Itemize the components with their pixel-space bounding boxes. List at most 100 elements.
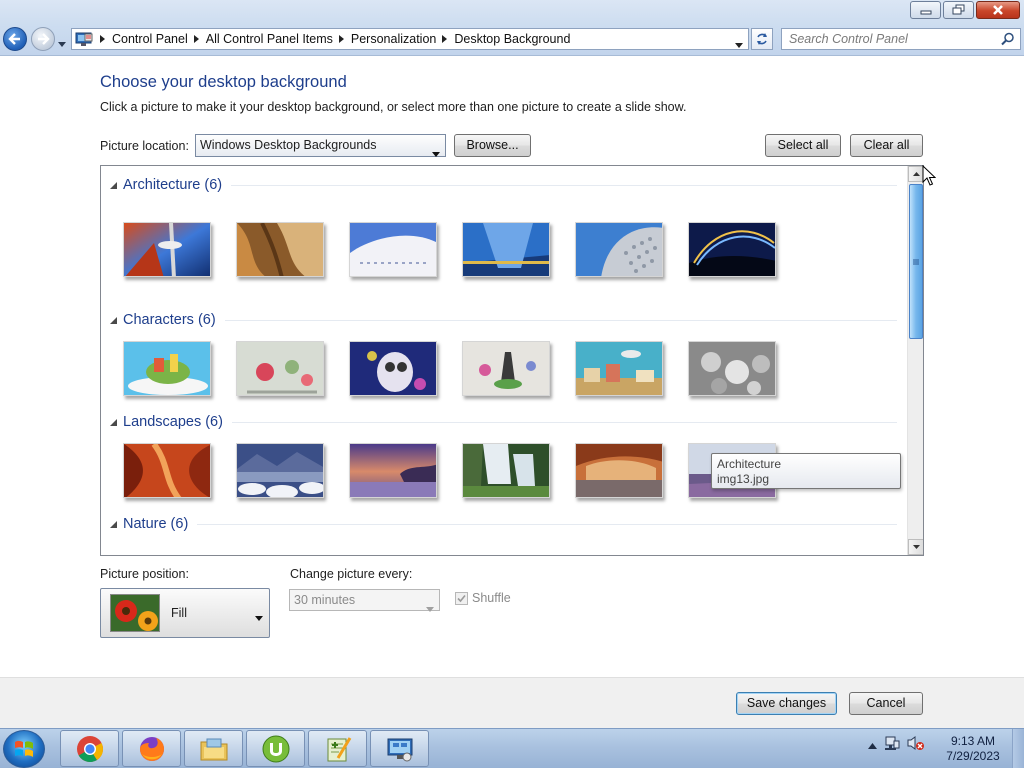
refresh-icon (757, 33, 767, 45)
mouse-cursor-icon (922, 164, 937, 189)
back-button[interactable] (3, 27, 27, 51)
forward-arrow-icon (38, 33, 50, 45)
tooltip-filename: img13.jpg (717, 472, 770, 486)
start-button[interactable] (3, 730, 45, 768)
breadcrumb-all-items[interactable]: All Control Panel Items (206, 32, 333, 46)
group-title: Nature (6) (123, 516, 189, 532)
taskbar-notepad-plus-plus[interactable] (308, 730, 367, 767)
address-history-dropdown[interactable] (735, 37, 743, 51)
refresh-button[interactable] (751, 28, 773, 50)
breadcrumb-separator-icon[interactable] (442, 35, 448, 43)
window-controls (910, 1, 1020, 19)
firefox-icon (139, 736, 164, 761)
forward-button[interactable] (31, 27, 55, 51)
close-button[interactable] (976, 1, 1020, 19)
group-header-nature[interactable]: Nature (6) (101, 514, 901, 534)
collapse-triangle-icon[interactable] (110, 181, 117, 189)
picture-position-select[interactable]: Fill (100, 588, 270, 638)
search-icon[interactable] (1001, 32, 1015, 49)
thumbnail-characters-2[interactable] (236, 341, 324, 396)
picture-location-label: Picture location: (100, 139, 189, 153)
breadcrumb-desktop-background[interactable]: Desktop Background (454, 32, 570, 46)
page-description: Click a picture to make it your desktop … (100, 100, 687, 114)
clear-all-button[interactable]: Clear all (850, 134, 923, 157)
group-header-landscapes[interactable]: Landscapes (6) (101, 412, 901, 432)
position-preview-image (110, 594, 160, 632)
browse-button[interactable]: Browse... (454, 134, 531, 157)
minimize-button[interactable] (910, 1, 941, 19)
change-interval-label: Change picture every: (290, 567, 413, 581)
shuffle-checkbox[interactable] (455, 591, 468, 605)
chevron-down-icon (912, 545, 920, 549)
dialog-footer: Save changes Cancel (0, 677, 1024, 728)
search-box[interactable] (781, 28, 1021, 50)
taskbar-utorrent[interactable] (246, 730, 305, 767)
breadcrumb-personalization[interactable]: Personalization (351, 32, 436, 46)
close-icon (993, 5, 1003, 15)
notepad-plus-plus-icon (327, 736, 351, 761)
thumbnail-characters-6[interactable] (688, 341, 776, 396)
breadcrumb-separator-icon[interactable] (193, 35, 199, 43)
thumbnail-landscapes-4[interactable] (462, 443, 550, 498)
search-input[interactable] (789, 30, 1003, 48)
thumbnail-landscapes-5[interactable] (575, 443, 663, 498)
group-divider (224, 319, 897, 321)
background-gallery[interactable]: Architecture (6) Characters (6) Landscap… (100, 165, 924, 556)
thumbnail-characters-1[interactable] (123, 341, 211, 396)
collapse-triangle-icon[interactable] (110, 520, 117, 528)
thumbnail-architecture-2[interactable] (236, 222, 324, 277)
thumbnail-landscapes-3[interactable] (349, 443, 437, 498)
show-hidden-icons-button[interactable] (868, 738, 877, 752)
picture-location-select[interactable]: Windows Desktop Backgrounds (195, 134, 446, 157)
picture-location-value: Windows Desktop Backgrounds (200, 138, 377, 152)
collapse-triangle-icon[interactable] (110, 418, 117, 426)
breadcrumb-separator-icon[interactable] (338, 35, 344, 43)
thumbnail-architecture-1[interactable] (123, 222, 211, 277)
chevron-up-icon (912, 172, 920, 176)
recent-pages-dropdown[interactable] (58, 36, 66, 50)
select-all-button[interactable]: Select all (765, 134, 841, 157)
thumbnail-landscapes-2[interactable] (236, 443, 324, 498)
group-header-characters[interactable]: Characters (6) (101, 310, 901, 330)
network-icon[interactable] (884, 735, 900, 754)
thumbnail-landscapes-1[interactable] (123, 443, 211, 498)
grip-icon (913, 259, 919, 264)
restore-icon (952, 4, 964, 15)
taskbar-chrome[interactable] (60, 730, 119, 767)
chevron-down-icon (432, 143, 440, 164)
thumbnail-architecture-3[interactable] (349, 222, 437, 277)
breadcrumb-control-panel[interactable]: Control Panel (112, 32, 188, 46)
navigation-row: Control Panel All Control Panel Items Pe… (0, 27, 1024, 51)
taskbar: 9:13 AM 7/29/2023 (0, 728, 1024, 768)
thumbnail-architecture-5[interactable] (575, 222, 663, 277)
thumbnail-characters-5[interactable] (575, 341, 663, 396)
thumbnail-architecture-4[interactable] (462, 222, 550, 277)
scroll-down-button[interactable] (908, 539, 923, 555)
checkmark-icon (457, 594, 466, 602)
save-changes-button[interactable]: Save changes (736, 692, 837, 715)
gallery-scrollbar[interactable] (907, 166, 923, 555)
taskbar-file-explorer[interactable] (184, 730, 243, 767)
thumbnail-characters-3[interactable] (349, 341, 437, 396)
taskbar-control-panel[interactable] (370, 730, 429, 767)
scroll-thumb[interactable] (909, 184, 923, 339)
taskbar-firefox[interactable] (122, 730, 181, 767)
address-bar[interactable]: Control Panel All Control Panel Items Pe… (71, 28, 749, 50)
volume-muted-icon[interactable] (907, 735, 925, 754)
thumbnail-characters-4[interactable] (462, 341, 550, 396)
taskbar-clock[interactable]: 9:13 AM 7/29/2023 (940, 734, 1006, 764)
shuffle-option[interactable]: Shuffle (455, 591, 511, 605)
group-header-architecture[interactable]: Architecture (6) (101, 175, 901, 195)
change-interval-select[interactable]: 30 minutes (289, 589, 440, 612)
cancel-button[interactable]: Cancel (849, 692, 923, 715)
show-desktop-button[interactable] (1012, 729, 1024, 768)
group-divider (231, 421, 897, 423)
chevron-down-icon (255, 610, 263, 624)
restore-button[interactable] (943, 1, 974, 19)
breadcrumb-separator-icon[interactable] (100, 35, 105, 43)
collapse-triangle-icon[interactable] (110, 316, 117, 324)
chevron-down-icon (426, 598, 434, 618)
minimize-icon (920, 10, 931, 15)
group-title: Architecture (6) (123, 177, 223, 193)
thumbnail-architecture-6[interactable] (688, 222, 776, 277)
